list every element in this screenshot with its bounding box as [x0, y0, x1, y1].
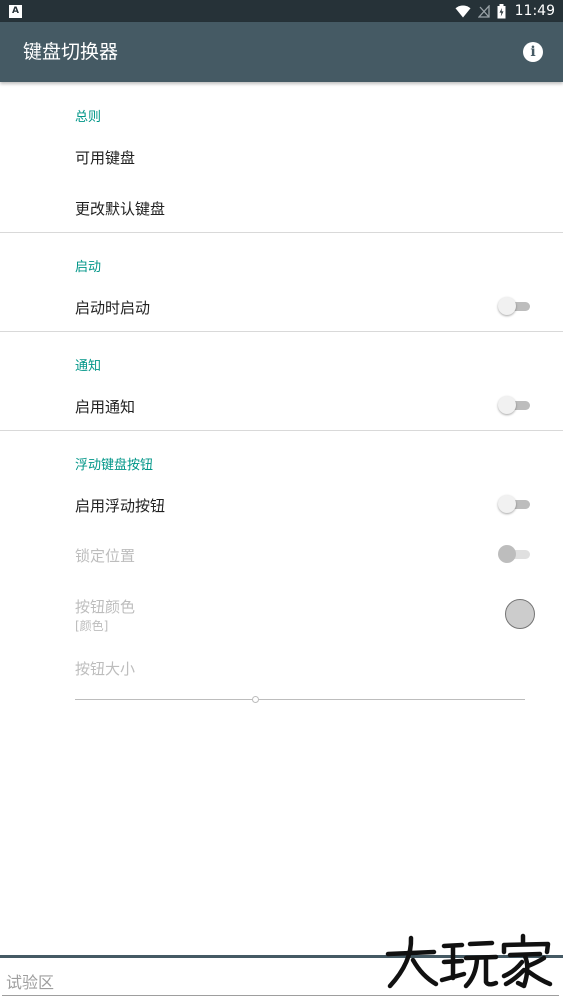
section-header-floating-button: 浮动键盘按钮: [75, 458, 154, 473]
notification-app-icon: A: [9, 5, 22, 18]
status-icons: 11:49: [455, 0, 555, 22]
divider: [0, 232, 563, 233]
test-area-underline: [2, 995, 559, 996]
switch-thumb: [498, 297, 516, 315]
pref-start-on-boot-label[interactable]: 启动时启动: [75, 297, 150, 318]
switch-thumb: [498, 396, 516, 414]
pref-button-color-summary: [颜色]: [75, 619, 109, 633]
button-color-swatch: [505, 599, 535, 629]
app-bar: 键盘切换器 i: [0, 22, 563, 82]
wifi-icon: [455, 5, 471, 17]
divider: [0, 430, 563, 431]
pref-lock-position-label: 锁定位置: [75, 547, 136, 565]
status-time: 11:49: [514, 3, 555, 19]
watermark-logo: [385, 933, 553, 989]
pref-enable-notification-label[interactable]: 启用通知: [75, 396, 135, 417]
pref-available-keyboards[interactable]: 可用键盘: [75, 147, 135, 168]
enable-notification-switch[interactable]: [498, 395, 532, 415]
app-title: 键盘切换器: [23, 41, 119, 63]
switch-thumb: [498, 545, 516, 563]
status-bar: A 11:49: [0, 0, 563, 22]
battery-charging-icon: [497, 3, 506, 18]
pref-button-size-label: 按钮大小: [75, 660, 136, 678]
pref-enable-floating-button-label[interactable]: 启用浮动按钮: [75, 495, 165, 516]
divider: [0, 331, 563, 332]
switch-thumb: [498, 495, 516, 513]
signal-off-icon: [477, 4, 490, 18]
button-size-slider-thumb: [252, 696, 259, 703]
pref-button-color-label: 按钮颜色: [75, 598, 136, 616]
section-header-notification: 通知: [75, 359, 102, 374]
lock-position-switch: [498, 544, 532, 564]
info-icon[interactable]: i: [523, 42, 543, 62]
section-header-general: 总则: [75, 110, 102, 125]
button-size-slider-track: [75, 699, 525, 700]
start-on-boot-switch[interactable]: [498, 296, 532, 316]
section-header-startup: 启动: [75, 260, 102, 275]
enable-floating-button-switch[interactable]: [498, 494, 532, 514]
pref-change-default-keyboard[interactable]: 更改默认键盘: [75, 198, 165, 219]
